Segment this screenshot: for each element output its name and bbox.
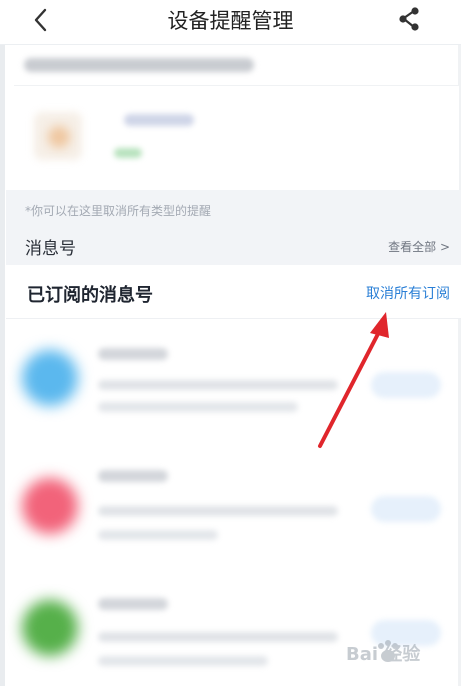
share-button[interactable]	[396, 6, 422, 32]
subscribed-title: 已订阅的消息号	[27, 285, 153, 306]
avatar	[22, 478, 78, 534]
page-title: 设备提醒管理	[167, 9, 294, 33]
info-section: *你可以在这里取消所有类型的提醒 消息号 查看全部 >	[6, 190, 461, 265]
blurred-item-desc	[98, 506, 338, 516]
blurred-item-title	[98, 470, 168, 482]
blurred-account-name	[24, 58, 254, 72]
device-card[interactable]	[14, 86, 459, 190]
blurred-item-title	[98, 598, 168, 610]
cancel-all-subscriptions-button[interactable]: 取消所有订阅	[366, 283, 450, 303]
blurred-device-name	[124, 114, 194, 126]
view-all-link[interactable]: 查看全部 >	[388, 238, 450, 255]
blurred-item-desc	[98, 656, 268, 666]
baidu-watermark: Bai 经验	[338, 634, 438, 674]
list-item[interactable]	[6, 320, 461, 432]
left-edge-strip	[0, 0, 5, 686]
section-title: 消息号	[25, 239, 76, 259]
unsubscribe-button[interactable]	[371, 496, 441, 522]
blurred-item-desc	[98, 530, 218, 540]
avatar	[22, 350, 78, 406]
top-bar: 设备提醒管理	[0, 0, 461, 45]
account-name-row	[14, 45, 459, 86]
blurred-item-desc	[98, 632, 338, 642]
share-icon	[399, 7, 419, 31]
subscribed-header: 已订阅的消息号 取消所有订阅	[6, 265, 461, 319]
blurred-device-status	[114, 148, 142, 158]
hint-text: *你可以在这里取消所有类型的提醒	[25, 204, 212, 218]
blurred-item-desc	[98, 402, 298, 412]
blurred-item-title	[98, 348, 168, 360]
blurred-item-desc	[98, 380, 338, 390]
device-thumbnail-mark	[48, 126, 70, 148]
watermark-text: Bai 经验	[346, 644, 421, 665]
avatar	[22, 600, 78, 656]
list-item[interactable]	[6, 438, 461, 550]
unsubscribe-button[interactable]	[371, 372, 441, 398]
